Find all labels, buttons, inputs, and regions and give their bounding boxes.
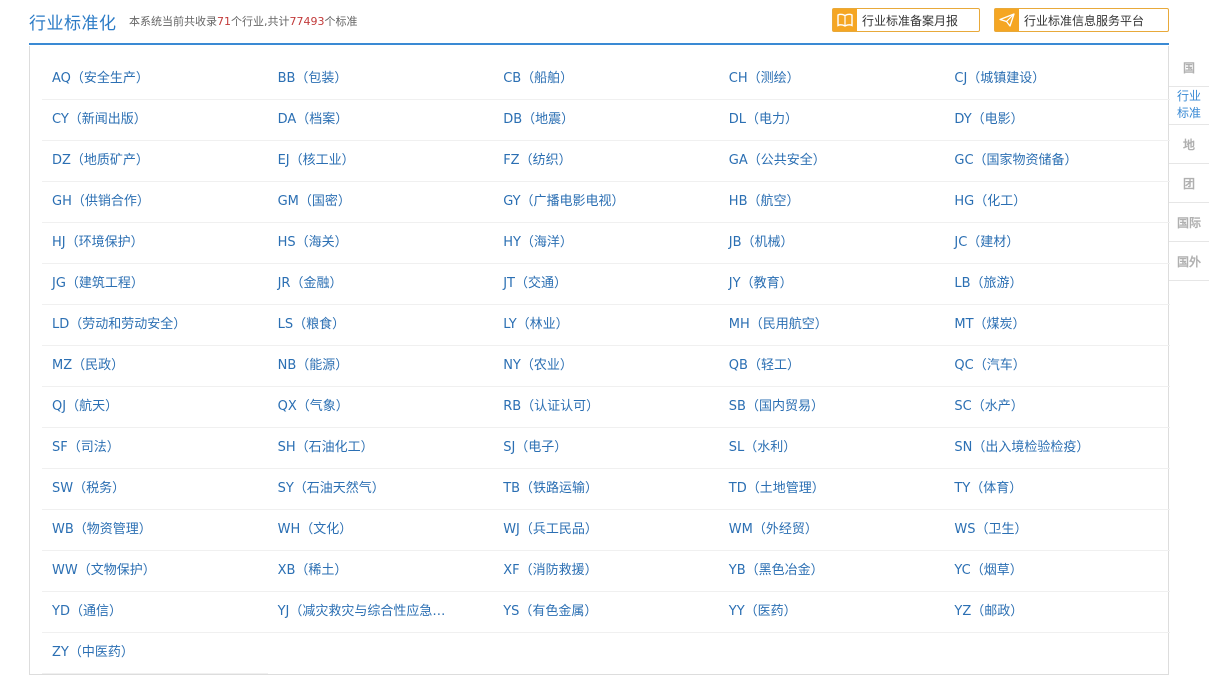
industry-link[interactable]: WH（文化） (267, 510, 494, 551)
industry-link[interactable]: YB（黑色冶金） (718, 551, 945, 592)
industry-link[interactable]: YC（烟草） (944, 551, 1170, 592)
industry-link[interactable]: YY（医药） (718, 592, 945, 633)
standard-count: 77493 (289, 15, 325, 28)
industry-link[interactable]: LY（林业） (493, 305, 719, 346)
industry-link[interactable]: DL（电力） (718, 100, 945, 141)
industry-link[interactable]: HS（海关） (267, 223, 494, 264)
industry-link[interactable]: QJ（航天） (42, 387, 268, 428)
industry-link[interactable]: RB（认证认可） (493, 387, 719, 428)
category-side-nav: 国行业标准地团国际 国外 (1169, 48, 1209, 281)
industry-link[interactable]: GY（广播电影电视） (493, 182, 719, 223)
sidenav-item[interactable]: 国际 (1169, 203, 1209, 242)
industry-link[interactable]: WS（卫生） (944, 510, 1170, 551)
industry-link[interactable]: MZ（民政） (42, 346, 268, 387)
industry-link[interactable]: HG（化工） (944, 182, 1170, 223)
industry-link[interactable]: SY（石油天然气） (267, 469, 494, 510)
monthly-report-label: 行业标准备案月报 (862, 13, 959, 28)
industry-link[interactable]: QX（气象） (267, 387, 494, 428)
industry-link[interactable]: AQ（安全生产） (42, 59, 268, 100)
industry-link[interactable]: DA（档案） (267, 100, 494, 141)
industry-link[interactable]: ZY（中医药） (42, 633, 268, 674)
industry-link[interactable]: YD（通信） (42, 592, 268, 633)
monthly-report-button[interactable]: 行业标准备案月报 (832, 8, 980, 32)
industry-link[interactable]: XF（消防救援） (493, 551, 719, 592)
industry-link[interactable]: LD（劳动和劳动安全） (42, 305, 268, 346)
industry-link[interactable]: WM（外经贸） (718, 510, 945, 551)
sidenav-item-label: 标准 (1176, 106, 1201, 120)
industry-link[interactable]: JY（教育） (718, 264, 945, 305)
industry-link[interactable]: CH（测绘） (718, 59, 945, 100)
industry-link[interactable]: QB（轻工） (718, 346, 945, 387)
sidenav-item[interactable]: 国外 (1169, 242, 1209, 281)
page-header: 行业标准化 本系统当前共收录71个行业,共计77493个标准 行业标准备案月报 … (29, 0, 1169, 45)
industry-link[interactable]: GH（供销合作） (42, 182, 268, 223)
industry-grid: AQ（安全生产） BB（包装） CB（船舶） CH（测绘） CJ（城镇建设） CY（新闻出… (42, 59, 1170, 674)
sidenav-item[interactable]: 地 (1169, 125, 1209, 164)
industry-link[interactable]: EJ（核工业） (267, 141, 494, 182)
industry-link[interactable]: CB（船舶） (493, 59, 719, 100)
industry-link[interactable]: WW（文物保护） (42, 551, 268, 592)
industry-link[interactable]: NB（能源） (267, 346, 494, 387)
industry-link[interactable]: JC（建材） (944, 223, 1170, 264)
industry-link[interactable]: GA（公共安全） (718, 141, 945, 182)
industry-count: 71 (217, 15, 231, 28)
industry-link[interactable]: YZ（邮政） (944, 592, 1170, 633)
industry-link[interactable]: TB（铁路运输） (493, 469, 719, 510)
summary-mid: 个行业,共计 (231, 15, 290, 28)
industry-link[interactable]: BB（包装） (267, 59, 494, 100)
paper-plane-icon (995, 9, 1019, 31)
industry-link[interactable]: SW（税务） (42, 469, 268, 510)
industry-panel: AQ（安全生产） BB（包装） CB（船舶） CH（测绘） CJ（城镇建设） CY（新闻出… (29, 46, 1170, 675)
industry-link[interactable]: DB（地震） (493, 100, 719, 141)
industry-link[interactable]: CJ（城镇建设） (944, 59, 1170, 100)
industry-link[interactable]: HB（航空） (718, 182, 945, 223)
industry-link[interactable]: GC（国家物资储备） (944, 141, 1170, 182)
collection-summary: 本系统当前共收录71个行业,共计77493个标准 (129, 13, 358, 29)
summary-prefix: 本系统当前共收录 (129, 15, 217, 28)
industry-link[interactable]: CY（新闻出版） (42, 100, 268, 141)
industry-link[interactable]: SB（国内贸易） (718, 387, 945, 428)
industry-link[interactable]: JB（机械） (718, 223, 945, 264)
industry-link[interactable]: SC（水产） (944, 387, 1170, 428)
industry-link[interactable]: WB（物资管理） (42, 510, 268, 551)
summary-suffix: 个标准 (324, 15, 358, 28)
industry-link[interactable]: HY（海洋） (493, 223, 719, 264)
industry-link[interactable]: DZ（地质矿产） (42, 141, 268, 182)
industry-link[interactable]: SH（石油化工） (267, 428, 494, 469)
industry-link[interactable]: JG（建筑工程） (42, 264, 268, 305)
industry-link[interactable]: GM（国密） (267, 182, 494, 223)
industry-link[interactable]: DY（电影） (944, 100, 1170, 141)
industry-link[interactable]: SJ（电子） (493, 428, 719, 469)
industry-link[interactable]: NY（农业） (493, 346, 719, 387)
industry-link[interactable]: WJ（兵工民品） (493, 510, 719, 551)
industry-link[interactable]: LS（粮食） (267, 305, 494, 346)
industry-link[interactable]: XB（稀土） (267, 551, 494, 592)
sidenav-item[interactable]: 行业 标准 (1169, 87, 1209, 125)
book-icon (833, 9, 857, 31)
industry-link[interactable]: JR（金融） (267, 264, 494, 305)
industry-link[interactable]: MT（煤炭） (944, 305, 1170, 346)
sidenav-item-label: 行业 (1176, 89, 1201, 103)
industry-link[interactable]: TD（土地管理） (718, 469, 945, 510)
industry-link[interactable]: JT（交通） (493, 264, 719, 305)
industry-link[interactable]: MH（民用航空） (718, 305, 945, 346)
industry-link[interactable]: FZ（纺织） (493, 141, 719, 182)
info-platform-button[interactable]: 行业标准信息服务平台 (994, 8, 1169, 32)
industry-link[interactable]: YS（有色金属） (493, 592, 719, 633)
sidenav-item[interactable]: 团 (1169, 164, 1209, 203)
sidenav-item[interactable]: 国 (1169, 48, 1209, 87)
industry-link[interactable]: LB（旅游） (944, 264, 1170, 305)
industry-link[interactable]: QC（汽车） (944, 346, 1170, 387)
industry-link[interactable]: SL（水利） (718, 428, 945, 469)
info-platform-label: 行业标准信息服务平台 (1024, 13, 1145, 28)
page-title: 行业标准化 (29, 14, 117, 34)
industry-link[interactable]: YJ（减灾救灾与综合性应急… (267, 592, 494, 633)
industry-link[interactable]: SF（司法） (42, 428, 268, 469)
industry-link[interactable]: TY（体育） (944, 469, 1170, 510)
industry-link[interactable]: HJ（环境保护） (42, 223, 268, 264)
industry-link[interactable]: SN（出入境检验检疫） (944, 428, 1170, 469)
